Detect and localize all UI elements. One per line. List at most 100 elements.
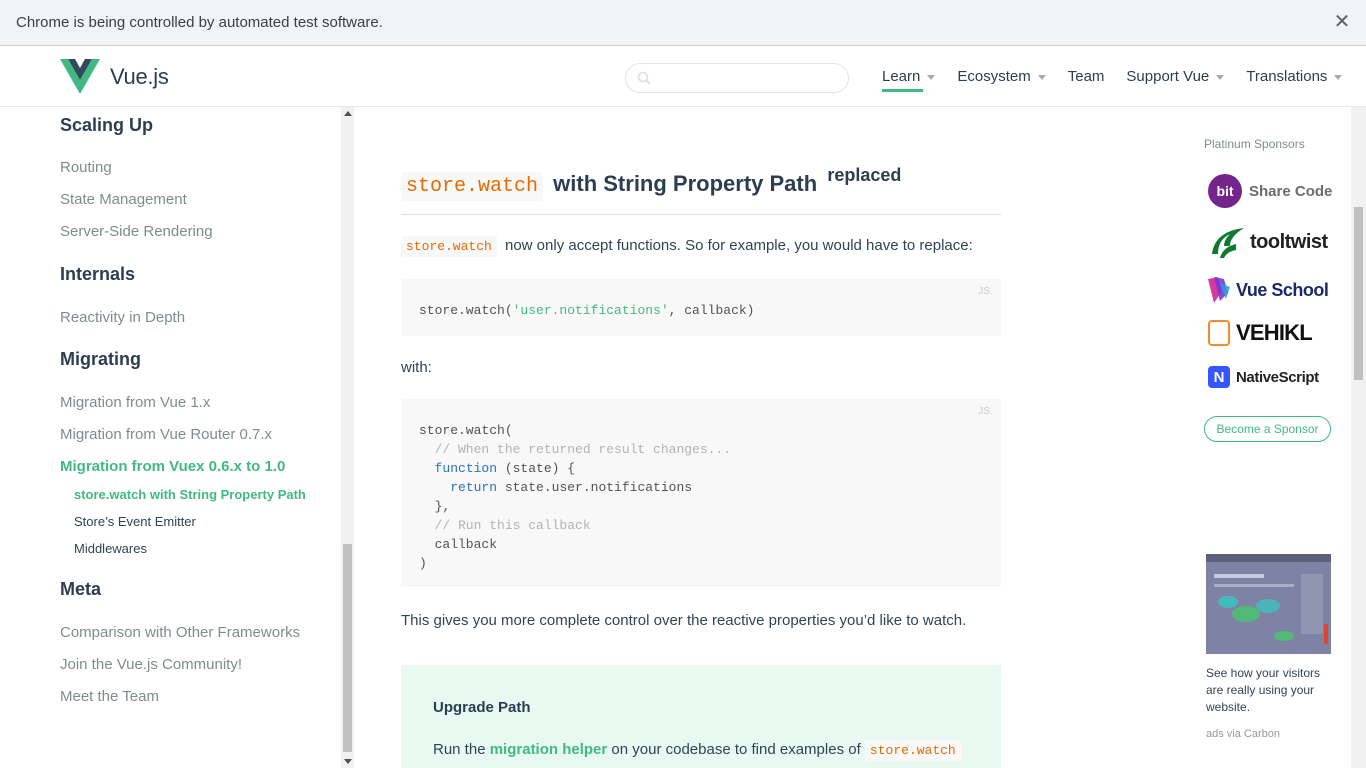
nav-support-label: Support Vue — [1126, 67, 1210, 85]
sidebar-heading-migrating: Migrating — [60, 349, 141, 369]
become-sponsor-button[interactable]: Become a Sponsor — [1204, 416, 1331, 442]
nav-translations-label: Translations — [1246, 67, 1328, 85]
nav-learn[interactable]: Learn — [882, 46, 936, 106]
code-line: return state.user.notifications — [450, 480, 693, 495]
code-line: }, — [419, 499, 451, 514]
code-line: store.watch('user.notifications', callba… — [419, 303, 755, 318]
nav-ecosystem[interactable]: Ecosystem — [957, 46, 1046, 106]
heading-divider — [401, 214, 1001, 215]
sidebar-heading-meta: Meta — [60, 579, 102, 599]
carbon-ad-image[interactable] — [1206, 554, 1331, 654]
after-paragraph: This gives you more complete control ove… — [401, 612, 967, 629]
sponsor-name: NativeScript — [1236, 368, 1319, 386]
nav-support-vue[interactable]: Support Vue — [1126, 46, 1225, 106]
sponsors-label: Platinum Sponsors — [1204, 137, 1305, 151]
site-header: Vue.js Learn Ecosystem Team Support Vue … — [0, 46, 1366, 107]
sidebar-scrollbar[interactable] — [341, 107, 354, 768]
sponsor-bit[interactable]: bit Share Code — [1208, 174, 1332, 208]
code-line: function (state) { — [434, 461, 576, 476]
vehikl-logo-icon — [1208, 320, 1230, 346]
sidebar-item-migration-vuex[interactable]: Migration from Vuex 0.6.x to 1.0 — [60, 458, 285, 475]
logo-text: Vue.js — [110, 64, 169, 89]
search-icon — [637, 71, 651, 85]
sponsor-tooltwist[interactable]: tooltwist — [1208, 224, 1328, 260]
sidebar: Scaling Up Routing State Management Serv… — [0, 107, 354, 768]
intro-paragraph: store.watch now only accept functions. S… — [401, 236, 1001, 257]
sidebar-item-reactivity[interactable]: Reactivity in Depth — [60, 309, 185, 326]
tip-code: store.watch — [864, 740, 961, 761]
migration-helper-link[interactable]: migration helper — [490, 741, 608, 758]
code-line: ) — [419, 556, 427, 571]
page-scrollbar[interactable] — [1351, 107, 1366, 768]
sidebar-item-community[interactable]: Join the Vue.js Community! — [60, 656, 242, 673]
main-content: store.watch with String Property Path re… — [401, 107, 1001, 768]
nav-ecosystem-label: Ecosystem — [957, 67, 1031, 85]
chevron-down-icon — [1216, 74, 1225, 80]
sponsor-name: VEHIKL — [1236, 320, 1313, 345]
heading-badge: replaced — [827, 165, 902, 185]
chevron-down-icon — [1334, 74, 1343, 80]
tip-text: Run the migration helper on your codebas… — [433, 740, 965, 761]
carbon-via-link[interactable]: ads via Carbon — [1206, 728, 1280, 740]
sidebar-item-migration-vue1[interactable]: Migration from Vue 1.x — [60, 394, 210, 411]
sponsor-vueschool[interactable]: Vue School — [1208, 277, 1329, 303]
nav-learn-label: Learn — [882, 67, 921, 85]
code-comment: // Run this callback — [419, 518, 591, 533]
sidebar-scrollbar-thumb[interactable] — [343, 544, 352, 752]
nativescript-logo-icon: N — [1208, 366, 1230, 388]
intro-code: store.watch — [401, 236, 497, 257]
code-comment: // When the returned result changes... — [419, 442, 732, 457]
code-block-after: JS store.watch( // When the returned res… — [401, 399, 1001, 587]
code-block-before: JS store.watch('user.notifications', cal… — [401, 279, 1001, 336]
main-nav: Learn Ecosystem Team Support Vue Transla… — [882, 46, 1364, 106]
sponsor-nativescript[interactable]: N NativeScript — [1208, 366, 1319, 388]
sidebar-heading-scaling-up: Scaling Up — [60, 115, 154, 135]
code-lang-label: JS — [978, 406, 990, 417]
sidebar-subitem-middlewares[interactable]: Middlewares — [74, 541, 147, 556]
scroll-up-icon[interactable] — [344, 111, 352, 116]
sidebar-item-state-management[interactable]: State Management — [60, 191, 187, 208]
infobar-message: Chrome is being controlled by automated … — [16, 14, 383, 31]
sidebar-subitem-store-watch[interactable]: store.watch with String Property Path — [74, 487, 306, 502]
sidebar-item-team[interactable]: Meet the Team — [60, 688, 159, 705]
bit-logo-icon: bit — [1208, 174, 1242, 208]
chevron-down-icon — [1037, 74, 1046, 80]
carbon-ad-text[interactable]: See how your visitors are really using y… — [1206, 665, 1336, 716]
sidebar-item-comparison[interactable]: Comparison with Other Frameworks — [60, 624, 300, 641]
tooltwist-logo-icon — [1212, 228, 1244, 258]
sponsor-vehikl[interactable]: VEHIKL — [1208, 320, 1313, 346]
nav-team[interactable]: Team — [1068, 46, 1105, 106]
sponsors-panel: Platinum Sponsors bit Share Code tooltwi… — [1204, 137, 1334, 442]
search-input[interactable] — [658, 68, 838, 88]
sidebar-item-migration-router[interactable]: Migration from Vue Router 0.7.x — [60, 426, 272, 443]
nav-team-label: Team — [1067, 67, 1105, 85]
vueschool-logo-icon — [1208, 277, 1230, 303]
heading-text: with String Property Path — [553, 171, 818, 196]
chevron-down-icon — [927, 74, 936, 80]
intro-text: now only accept functions. So for exampl… — [505, 237, 973, 254]
sidebar-item-routing[interactable]: Routing — [60, 159, 112, 176]
sponsor-name: tooltwist — [1250, 230, 1328, 253]
sidebar-subitem-event-emitter[interactable]: Store’s Event Emitter — [74, 514, 196, 529]
upgrade-path-tip: Upgrade Path Run the migration helper on… — [401, 665, 1001, 768]
sponsor-name: Vue School — [1236, 279, 1329, 300]
nav-translations[interactable]: Translations — [1246, 46, 1343, 106]
section-heading: store.watch with String Property Path re… — [401, 165, 1001, 201]
tip-title: Upgrade Path — [433, 699, 531, 716]
sidebar-item-ssr[interactable]: Server-Side Rendering — [60, 223, 213, 240]
vue-logo-icon — [60, 59, 100, 94]
code-line: store.watch( — [419, 423, 513, 438]
sponsor-name: Share Code — [1249, 182, 1333, 200]
page-scrollbar-thumb[interactable] — [1354, 207, 1363, 380]
heatmap-screenshot-icon — [1206, 554, 1331, 654]
sidebar-heading-internals: Internals — [60, 264, 136, 284]
code-line: callback — [419, 537, 498, 552]
close-icon[interactable]: ✕ — [1332, 12, 1352, 32]
with-text: with: — [401, 359, 432, 376]
search-box[interactable] — [625, 63, 849, 93]
vue-logo-link[interactable]: Vue.js — [60, 59, 169, 95]
heading-code: store.watch — [401, 172, 544, 201]
scroll-down-icon[interactable] — [344, 759, 352, 764]
automation-infobar: Chrome is being controlled by automated … — [0, 0, 1366, 46]
code-lang-label: JS — [978, 286, 990, 297]
